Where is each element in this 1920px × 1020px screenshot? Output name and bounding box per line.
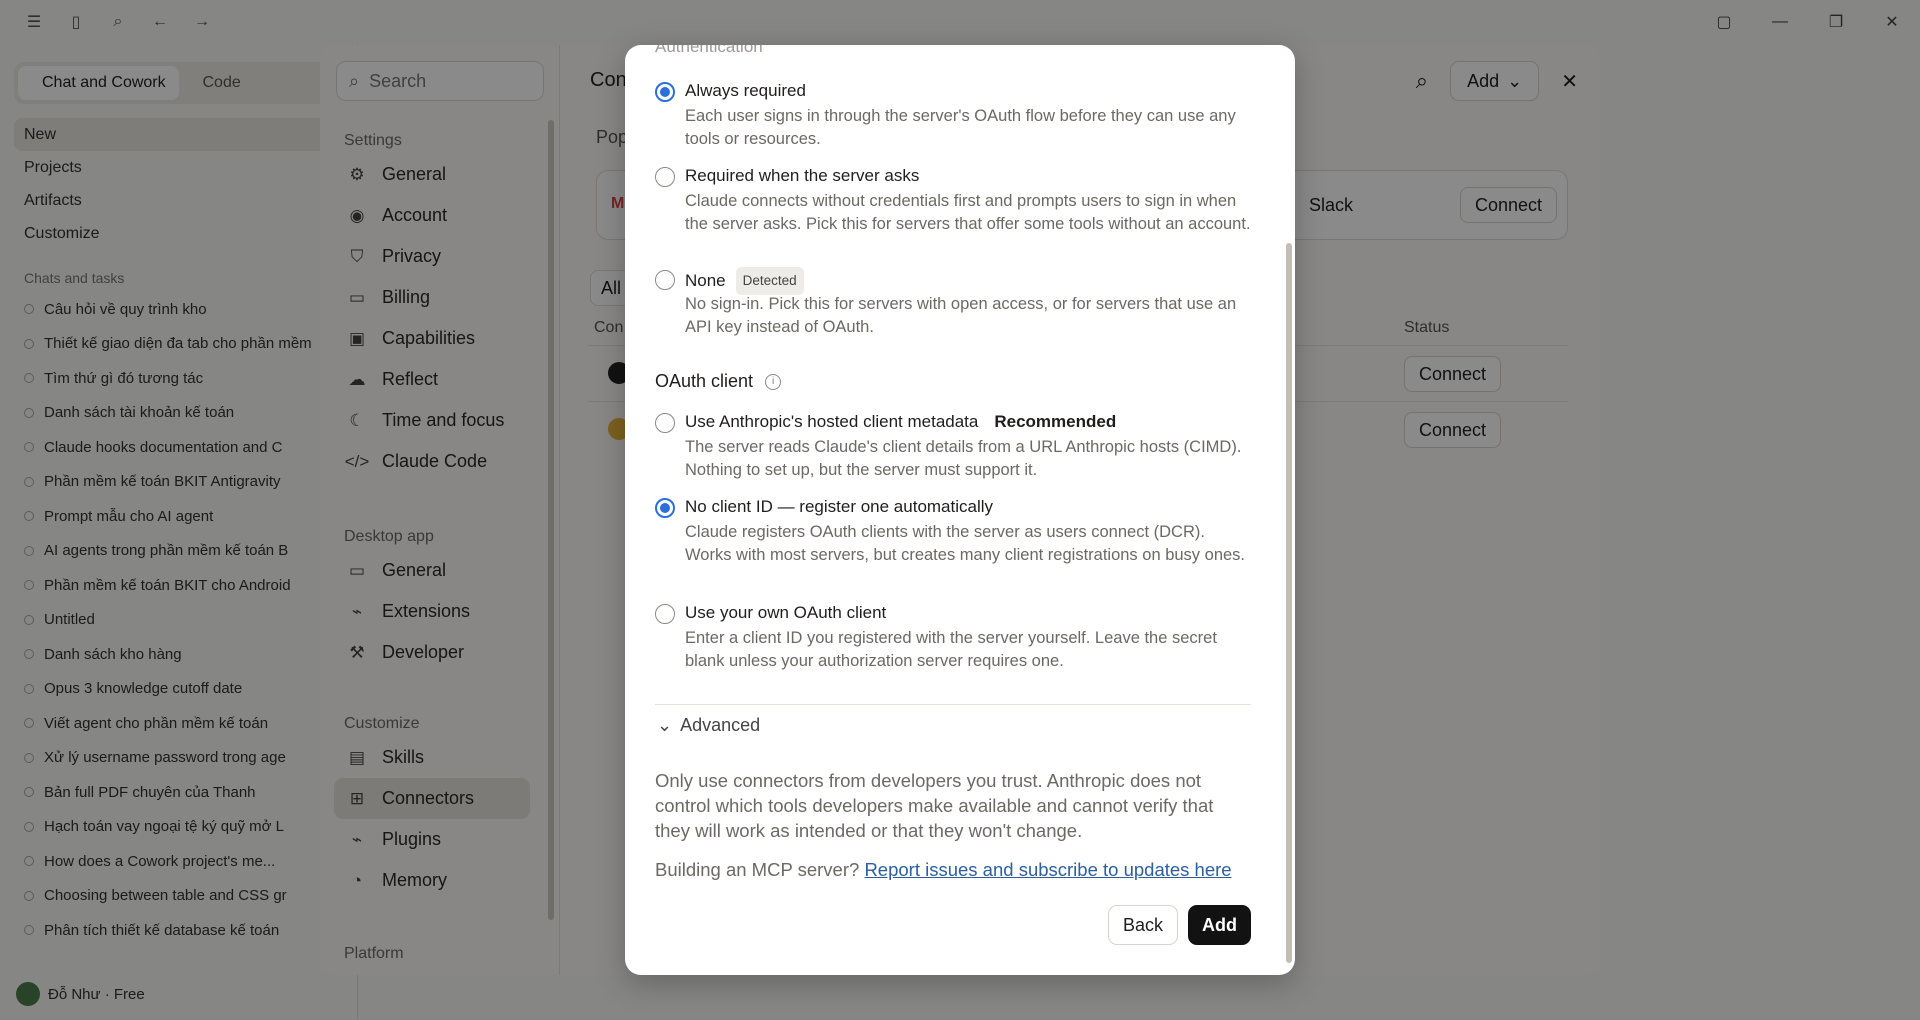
radio-own-client[interactable] bbox=[655, 604, 675, 624]
chevron-down-icon: ⌄ bbox=[657, 715, 673, 735]
radio-always-required[interactable] bbox=[655, 82, 675, 102]
option-title: No client ID — register one automaticall… bbox=[685, 497, 994, 516]
title-text: None bbox=[685, 271, 726, 290]
advanced-toggle[interactable]: ⌄ Advanced bbox=[657, 715, 760, 736]
option-description: Claude connects without credentials firs… bbox=[685, 192, 1251, 233]
divider bbox=[655, 704, 1251, 705]
add-connector-dialog: Authentication Always required Each user… bbox=[625, 45, 1295, 975]
client-option-dcr[interactable]: No client ID — register one automaticall… bbox=[655, 495, 1251, 585]
title-text: Use Anthropic's hosted client metadata bbox=[685, 412, 979, 431]
radio-when-asked[interactable] bbox=[655, 167, 675, 187]
trust-warning: Only use connectors from developers you … bbox=[655, 770, 1214, 841]
auth-option-always-required[interactable]: Always required Each user signs in throu… bbox=[655, 79, 1251, 159]
auth-option-when-asked[interactable]: Required when the server asks Claude con… bbox=[655, 164, 1251, 254]
report-issues-link[interactable]: Report issues and subscribe to updates h… bbox=[864, 859, 1231, 880]
option-description: No sign-in. Pick this for servers with o… bbox=[685, 295, 1237, 336]
option-title: None Detected bbox=[685, 267, 804, 295]
section-title: OAuth client bbox=[655, 371, 754, 391]
back-button[interactable]: Back bbox=[1107, 905, 1178, 945]
dialog-actions: Back Add bbox=[1107, 905, 1251, 945]
authentication-heading: Authentication bbox=[655, 45, 763, 56]
radio-hosted-metadata[interactable] bbox=[655, 413, 675, 433]
advanced-label: Advanced bbox=[680, 715, 761, 735]
mcp-server-note: Building an MCP server? Report issues an… bbox=[655, 859, 1232, 881]
dialog-scrollbar[interactable] bbox=[1286, 243, 1292, 963]
option-title: Use Anthropic's hosted client metadata Re… bbox=[685, 410, 1116, 434]
info-icon[interactable]: i bbox=[765, 373, 782, 390]
option-description: Enter a client ID you registered with th… bbox=[685, 629, 1217, 670]
note-prefix: Building an MCP server? bbox=[655, 859, 860, 880]
radio-dcr[interactable] bbox=[655, 498, 675, 518]
option-title: Required when the server asks bbox=[685, 166, 920, 185]
radio-none[interactable] bbox=[655, 270, 675, 290]
option-description: The server reads Claude's client details… bbox=[685, 438, 1242, 479]
option-title: Use your own OAuth client bbox=[685, 603, 887, 622]
option-title: Always required bbox=[685, 81, 806, 100]
client-option-own-client[interactable]: Use your own OAuth client Enter a client… bbox=[655, 601, 1251, 671]
detected-badge: Detected bbox=[735, 267, 804, 295]
client-option-hosted-metadata[interactable]: Use Anthropic's hosted client metadata Re… bbox=[655, 410, 1251, 480]
option-description: Each user signs in through the server's … bbox=[685, 107, 1236, 148]
oauth-client-heading: OAuth client i bbox=[655, 371, 782, 392]
recommended-label: Recommended bbox=[994, 412, 1117, 431]
option-description: Claude registers OAuth clients with the … bbox=[685, 523, 1246, 564]
auth-option-none[interactable]: None Detected No sign-in. Pick this for s… bbox=[655, 267, 1251, 337]
add-button[interactable]: Add bbox=[1188, 905, 1251, 945]
